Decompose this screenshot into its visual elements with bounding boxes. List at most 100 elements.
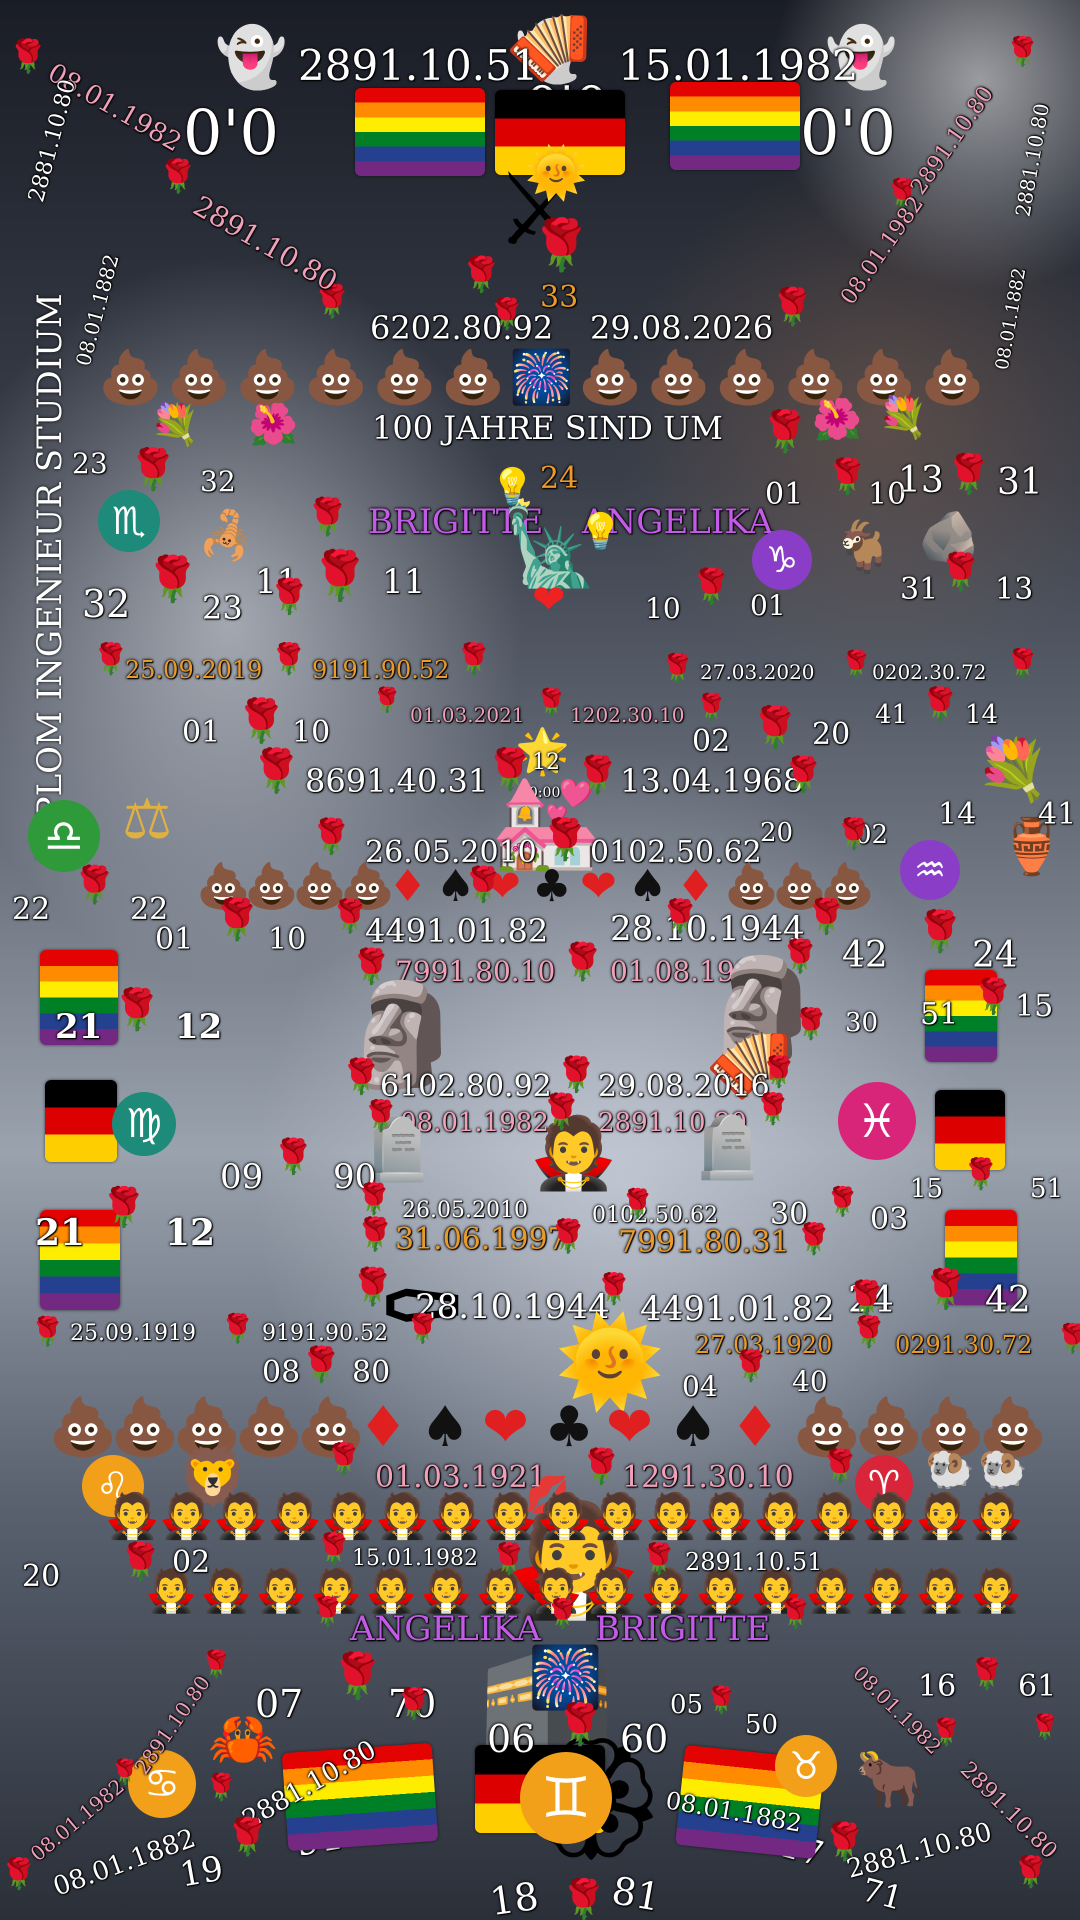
spade-icon: ♠ xyxy=(628,861,668,912)
date-mirror-2010: 0102.50.62 xyxy=(592,1203,718,1228)
rose-icon: 🌹 xyxy=(200,1650,233,1680)
num: 21 xyxy=(55,1007,103,1047)
num: 31 xyxy=(997,462,1043,503)
rose-icon: 🌹 xyxy=(0,1857,38,1892)
germany-flag xyxy=(935,1090,1005,1170)
poo-icon: 💩 xyxy=(340,861,395,912)
num: 15 xyxy=(910,1174,944,1204)
num: 13 xyxy=(995,572,1034,607)
num: 20 xyxy=(22,1559,61,1594)
date-2021: 01.03.2021 xyxy=(410,703,525,727)
rose-icon: 🌹 xyxy=(1055,1322,1080,1355)
diamond-icon: ♦ xyxy=(730,1395,781,1460)
num-24: 24 xyxy=(540,461,579,496)
diag-date: 2881.10.80 xyxy=(843,1817,996,1885)
date-mirror-1944: 4491.01.82 xyxy=(365,912,549,950)
bouquet-icon: 💐 xyxy=(878,395,928,441)
taurus-sign-icon: ♉ xyxy=(775,1735,837,1797)
poo-icon: 💩 xyxy=(792,1395,862,1460)
rose-icon: 🌹 xyxy=(945,452,993,496)
num: 20 xyxy=(812,717,851,752)
poo-icon: 💩 xyxy=(854,1395,924,1460)
spade-icon: ♠ xyxy=(420,1395,471,1460)
poo-icon: 💩 xyxy=(110,1395,180,1460)
date-1968: 13.04.1968 xyxy=(620,762,804,800)
vampire-icon: 🧛 xyxy=(645,1491,700,1542)
diamond-icon: ♦ xyxy=(358,1395,409,1460)
rose-icon: 🌹 xyxy=(770,287,815,328)
rose-icon: 🌹 xyxy=(560,1877,608,1920)
rose-icon: 🌹 xyxy=(660,652,695,685)
vampire-icon: 🧛 xyxy=(420,1566,473,1615)
ghost-icon: 👻 xyxy=(215,23,288,91)
num: 23 xyxy=(202,589,243,627)
rose-icon: 🌹 xyxy=(850,1315,888,1350)
date-mirror-1944: 4491.01.82 xyxy=(640,1289,835,1329)
lightbulb-icon: 💡 xyxy=(490,467,535,508)
num: 24 xyxy=(848,1280,894,1321)
rose-icon: 🌹 xyxy=(915,909,965,955)
rose-icon: 🌹 xyxy=(112,987,162,1033)
num: 20 xyxy=(760,818,794,848)
poo-card-row: 💩 💩 💩 💩 ♦ ♠ ❤ ♣ ❤ ♠ ♦ 💩 💩 💩 xyxy=(196,865,896,915)
date-mirror-1982: 2891.10.51 xyxy=(685,1548,823,1576)
rose-icon: 🌹 xyxy=(455,642,493,677)
date-2020: 27.03.2020 xyxy=(700,660,815,684)
num: 21 xyxy=(35,1212,86,1254)
num: 80 xyxy=(352,1355,391,1390)
vampire-icon: 🧛 xyxy=(483,1491,538,1542)
rainbow-flag xyxy=(355,88,485,176)
libra-sign-icon: ♎ xyxy=(28,800,100,872)
rose-icon: 🌹 xyxy=(1005,35,1040,68)
num: 41 xyxy=(1038,797,1077,832)
poo-row: 💩 💩 💩 💩 💩 💩 🎆 💩 💩 💩 💩 💩 💩 xyxy=(98,352,998,412)
vampire-icon: 🧛 xyxy=(429,1491,484,1542)
num: 15 xyxy=(1015,989,1054,1024)
rainbow-flag xyxy=(670,82,800,170)
rose-icon: 🌹 xyxy=(1005,647,1040,680)
num: 16 xyxy=(918,1669,957,1704)
heart-icon: ❤ xyxy=(484,861,521,912)
num: 06 xyxy=(487,1717,536,1761)
vampire-icon: 🧛 xyxy=(375,1491,430,1542)
sun-with-face-icon: 🌞 xyxy=(555,1310,665,1413)
gemini-sign-icon: ♊ xyxy=(520,1752,612,1844)
hibiscus-icon: 🌺 xyxy=(812,397,862,443)
rose-icon: 🌹 xyxy=(705,1686,738,1716)
vampire-icon: 🧛 xyxy=(591,1491,646,1542)
num: 60 xyxy=(620,1717,669,1761)
poo-icon: 💩 xyxy=(292,861,347,912)
rose-icon: 🌹 xyxy=(145,554,200,605)
num: 32 xyxy=(82,582,131,626)
num: 81 xyxy=(608,1868,664,1920)
num: 18 xyxy=(487,1873,542,1920)
date-orange: 7991.80.31 xyxy=(618,1225,790,1260)
vampire-icon: 🧛 xyxy=(640,1566,693,1615)
rose-icon: 🌹 xyxy=(250,746,303,795)
num: 11 xyxy=(255,562,299,602)
vampire-icon: 🧛 xyxy=(695,1566,748,1615)
germany-flag xyxy=(45,1080,117,1162)
vampire-icon: 🧛 xyxy=(753,1491,808,1542)
rose-icon: 🌹 xyxy=(300,1345,343,1385)
rose-icon: 🌹 xyxy=(695,693,728,723)
date-mirror-2019: 9191.90.52 xyxy=(312,656,450,684)
rose-icon: 🌹 xyxy=(92,642,130,677)
rose-icon: 🌹 xyxy=(72,865,117,906)
rose-icon: 🌹 xyxy=(272,1137,315,1177)
poo-icon: 💩 xyxy=(820,861,875,912)
vampire-icon: 🧛 xyxy=(105,1491,160,1542)
rose-icon: 🌹 xyxy=(555,1055,598,1095)
fireworks-icon: 🎆 xyxy=(509,348,574,408)
num: 14 xyxy=(965,700,999,730)
sun-icon: 🌞 xyxy=(525,144,588,202)
rose-icon: 🌹 xyxy=(530,216,593,274)
ram-icon: 🐏 xyxy=(925,1447,975,1493)
vampire-icon: 🧛 xyxy=(805,1566,858,1615)
heart-icon: ❤ xyxy=(606,1395,653,1460)
rose-icon: 🌹 xyxy=(30,1315,65,1348)
poo-icon: 💩 xyxy=(772,861,827,912)
num: 10 xyxy=(268,922,307,957)
num: 14 xyxy=(938,797,977,832)
num: 19 xyxy=(176,1848,227,1896)
